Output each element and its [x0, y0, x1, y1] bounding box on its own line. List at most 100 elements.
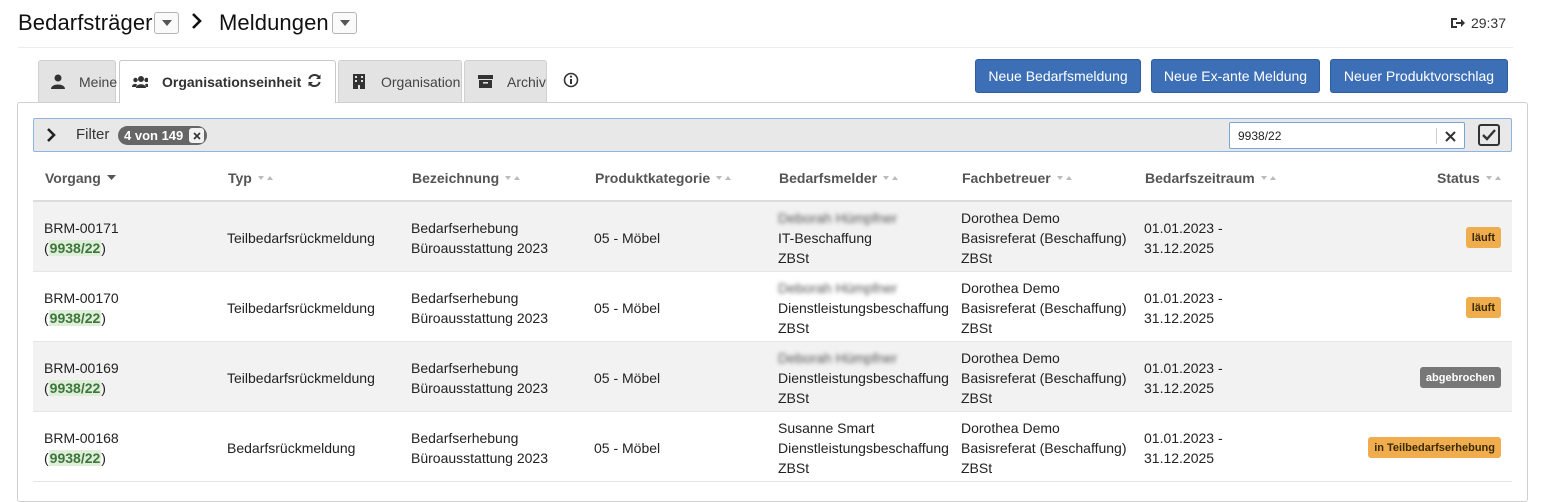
search-divider — [1436, 128, 1437, 144]
column-header-bedarfszeitraum[interactable]: Bedarfszeitraum — [1145, 170, 1277, 186]
sort-icon — [1056, 176, 1072, 180]
bezeichnung-line: Büroausstattung 2023 — [411, 380, 548, 396]
column-header-bedarfsmelder[interactable]: Bedarfsmelder — [779, 170, 899, 186]
bedarfsmelder-unit: Dienstleistungsbeschaffung — [778, 300, 949, 316]
session-timer-value: 29:37 — [1470, 15, 1506, 31]
column-header-label: Vorgang — [45, 170, 101, 186]
column-header-vorgang[interactable]: Vorgang — [45, 170, 116, 186]
fachbetreuer-unit: Basisreferat (Beschaffung) — [961, 370, 1127, 386]
meldungen-dropdown-button[interactable] — [332, 12, 357, 34]
column-header-label: Bedarfsmelder — [779, 170, 878, 186]
vorgang-ref: (9938/22) — [44, 240, 106, 256]
fachbetreuer-cell: Dorothea Demo Basisreferat (Beschaffung)… — [961, 348, 1127, 408]
sort-icon — [883, 176, 899, 180]
users-icon — [132, 74, 148, 90]
typ-cell: Teilbedarfsrückmeldung — [227, 300, 375, 316]
search-match-highlight: 9938/22 — [48, 380, 102, 396]
status-badge: abgebrochen — [1419, 367, 1501, 388]
vorgang-ref: (9938/22) — [44, 310, 106, 326]
bedarfsmelder-name: Deborah Hümpfner — [778, 350, 898, 366]
produktkategorie-cell: 05 - Möbel — [594, 230, 661, 246]
status-badge: läuft — [1465, 297, 1501, 318]
tab-organisation[interactable]: Organisation — [338, 60, 462, 102]
fachbetreuer-cell: Dorothea Demo Basisreferat (Beschaffung)… — [961, 278, 1127, 338]
produktkategorie-cell: 05 - Möbel — [594, 440, 661, 456]
vorgang-id: BRM-00170 — [44, 290, 119, 306]
column-header-fachbetreuer[interactable]: Fachbetreuer — [962, 170, 1073, 186]
tab-meine[interactable]: Meine — [38, 60, 118, 102]
bezeichnung-cell: Bedarfserhebung Büroausstattung 2023 — [411, 428, 548, 468]
sort-desc-icon — [106, 175, 116, 180]
tab-organisation-label: Organisation — [381, 73, 461, 90]
bedarfsmelder-name: Deborah Hümpfner — [778, 210, 898, 226]
tab-meine-label: Meine — [79, 73, 118, 90]
vorgang-id: BRM-00168 — [44, 430, 119, 446]
bedarfsmelder-name: Deborah Hümpfner — [778, 280, 898, 296]
column-header-label: Produktkategorie — [595, 170, 711, 186]
bedarfsmelder-cell: Deborah Hümpfner Dienstleistungsbeschaff… — [778, 348, 949, 408]
search-match-highlight: 9938/22 — [48, 450, 102, 466]
column-header-status[interactable]: Status — [1437, 170, 1502, 186]
column-header-typ[interactable]: Typ — [228, 170, 274, 186]
column-header-label: Status — [1437, 170, 1480, 186]
tab-organisationseinheit-label: Organisationseinheit — [162, 74, 302, 90]
fachbetreuer-org: ZBSt — [961, 460, 993, 476]
bezeichnung-line: Bedarfserhebung — [411, 430, 519, 446]
sort-icon — [505, 176, 521, 180]
chevron-right-icon — [191, 13, 203, 34]
bezeichnung-line: Bedarfserhebung — [411, 360, 519, 376]
fachbetreuer-cell: Dorothea Demo Basisreferat (Beschaffung)… — [961, 208, 1127, 268]
breadcrumb-meldungen: Meldungen — [219, 10, 329, 35]
bedarfstraeger-dropdown-button[interactable] — [154, 12, 179, 34]
bedarfsmelder-name: Susanne Smart — [778, 420, 875, 436]
new-demand-button[interactable]: Neue Bedarfsmeldung — [975, 59, 1141, 93]
new-product-proposal-button[interactable]: Neuer Produktvorschlag — [1330, 59, 1508, 93]
info-circle-icon[interactable] — [563, 72, 579, 93]
column-header-bezeichnung[interactable]: Bezeichnung — [412, 170, 521, 186]
fachbetreuer-name: Dorothea Demo — [961, 280, 1060, 296]
zeitraum-start: 01.01.2023 - — [1144, 220, 1223, 236]
fachbetreuer-unit: Basisreferat (Beschaffung) — [961, 300, 1127, 316]
bedarfsmelder-org: ZBSt — [778, 390, 810, 406]
session-timer[interactable]: 29:37 — [1450, 15, 1506, 31]
check-square-icon[interactable] — [1477, 123, 1501, 147]
fachbetreuer-name: Dorothea Demo — [961, 350, 1060, 366]
vorgang-cell[interactable]: BRM-00169 (9938/22) — [44, 358, 119, 398]
bedarfsmelder-org: ZBSt — [778, 250, 810, 266]
vorgang-cell[interactable]: BRM-00168 (9938/22) — [44, 428, 119, 468]
new-exante-button[interactable]: Neue Ex-ante Meldung — [1151, 59, 1320, 93]
clear-filter-icon[interactable] — [189, 128, 205, 143]
column-header-produktkategorie[interactable]: Produktkategorie — [595, 170, 732, 186]
column-header-label: Fachbetreuer — [962, 170, 1051, 186]
filter-label[interactable]: Filter — [76, 126, 109, 143]
refresh-icon[interactable] — [307, 73, 322, 91]
search-match-highlight: 9938/22 — [48, 310, 102, 326]
close-icon[interactable] — [1445, 129, 1456, 147]
filter-bar: Filter 4 von 149 — [33, 118, 1512, 152]
bedarfszeitraum-cell: 01.01.2023 - 31.12.2025 — [1144, 428, 1223, 468]
breadcrumb-bedarfstraeger: Bedarfsträger — [18, 10, 153, 35]
vorgang-id: BRM-00171 — [44, 220, 119, 236]
vorgang-cell[interactable]: BRM-00171 (9938/22) — [44, 218, 119, 258]
caret-down-icon — [339, 20, 350, 26]
zeitraum-end: 31.12.2025 — [1144, 310, 1215, 326]
table-row[interactable]: BRM-00170 (9938/22) Teilbedarfsrückmeldu… — [33, 272, 1512, 342]
fachbetreuer-unit: Basisreferat (Beschaffung) — [961, 440, 1127, 456]
fachbetreuer-unit: Basisreferat (Beschaffung) — [961, 230, 1127, 246]
bedarfszeitraum-cell: 01.01.2023 - 31.12.2025 — [1144, 218, 1223, 258]
building-icon — [351, 74, 367, 90]
status-badge: läuft — [1465, 227, 1501, 248]
chevron-right-icon[interactable] — [46, 128, 56, 147]
caret-down-icon — [161, 20, 172, 26]
table-row[interactable]: BRM-00168 (9938/22) Bedarfsrückmeldung B… — [33, 412, 1512, 482]
search-input[interactable] — [1230, 123, 1430, 148]
tab-archiv[interactable]: Archiv — [464, 60, 547, 102]
page-header: Bedarfsträger Meldungen 29:37 — [0, 0, 1543, 48]
tab-organisationseinheit[interactable]: Organisationseinheit — [119, 60, 336, 103]
table-row[interactable]: BRM-00171 (9938/22) Teilbedarfsrückmeldu… — [33, 202, 1512, 272]
vorgang-cell[interactable]: BRM-00170 (9938/22) — [44, 288, 119, 328]
search-field[interactable] — [1229, 122, 1465, 149]
table-row[interactable]: BRM-00169 (9938/22) Teilbedarfsrückmeldu… — [33, 342, 1512, 412]
bezeichnung-cell: Bedarfserhebung Büroausstattung 2023 — [411, 288, 548, 328]
header-divider — [18, 47, 1513, 48]
